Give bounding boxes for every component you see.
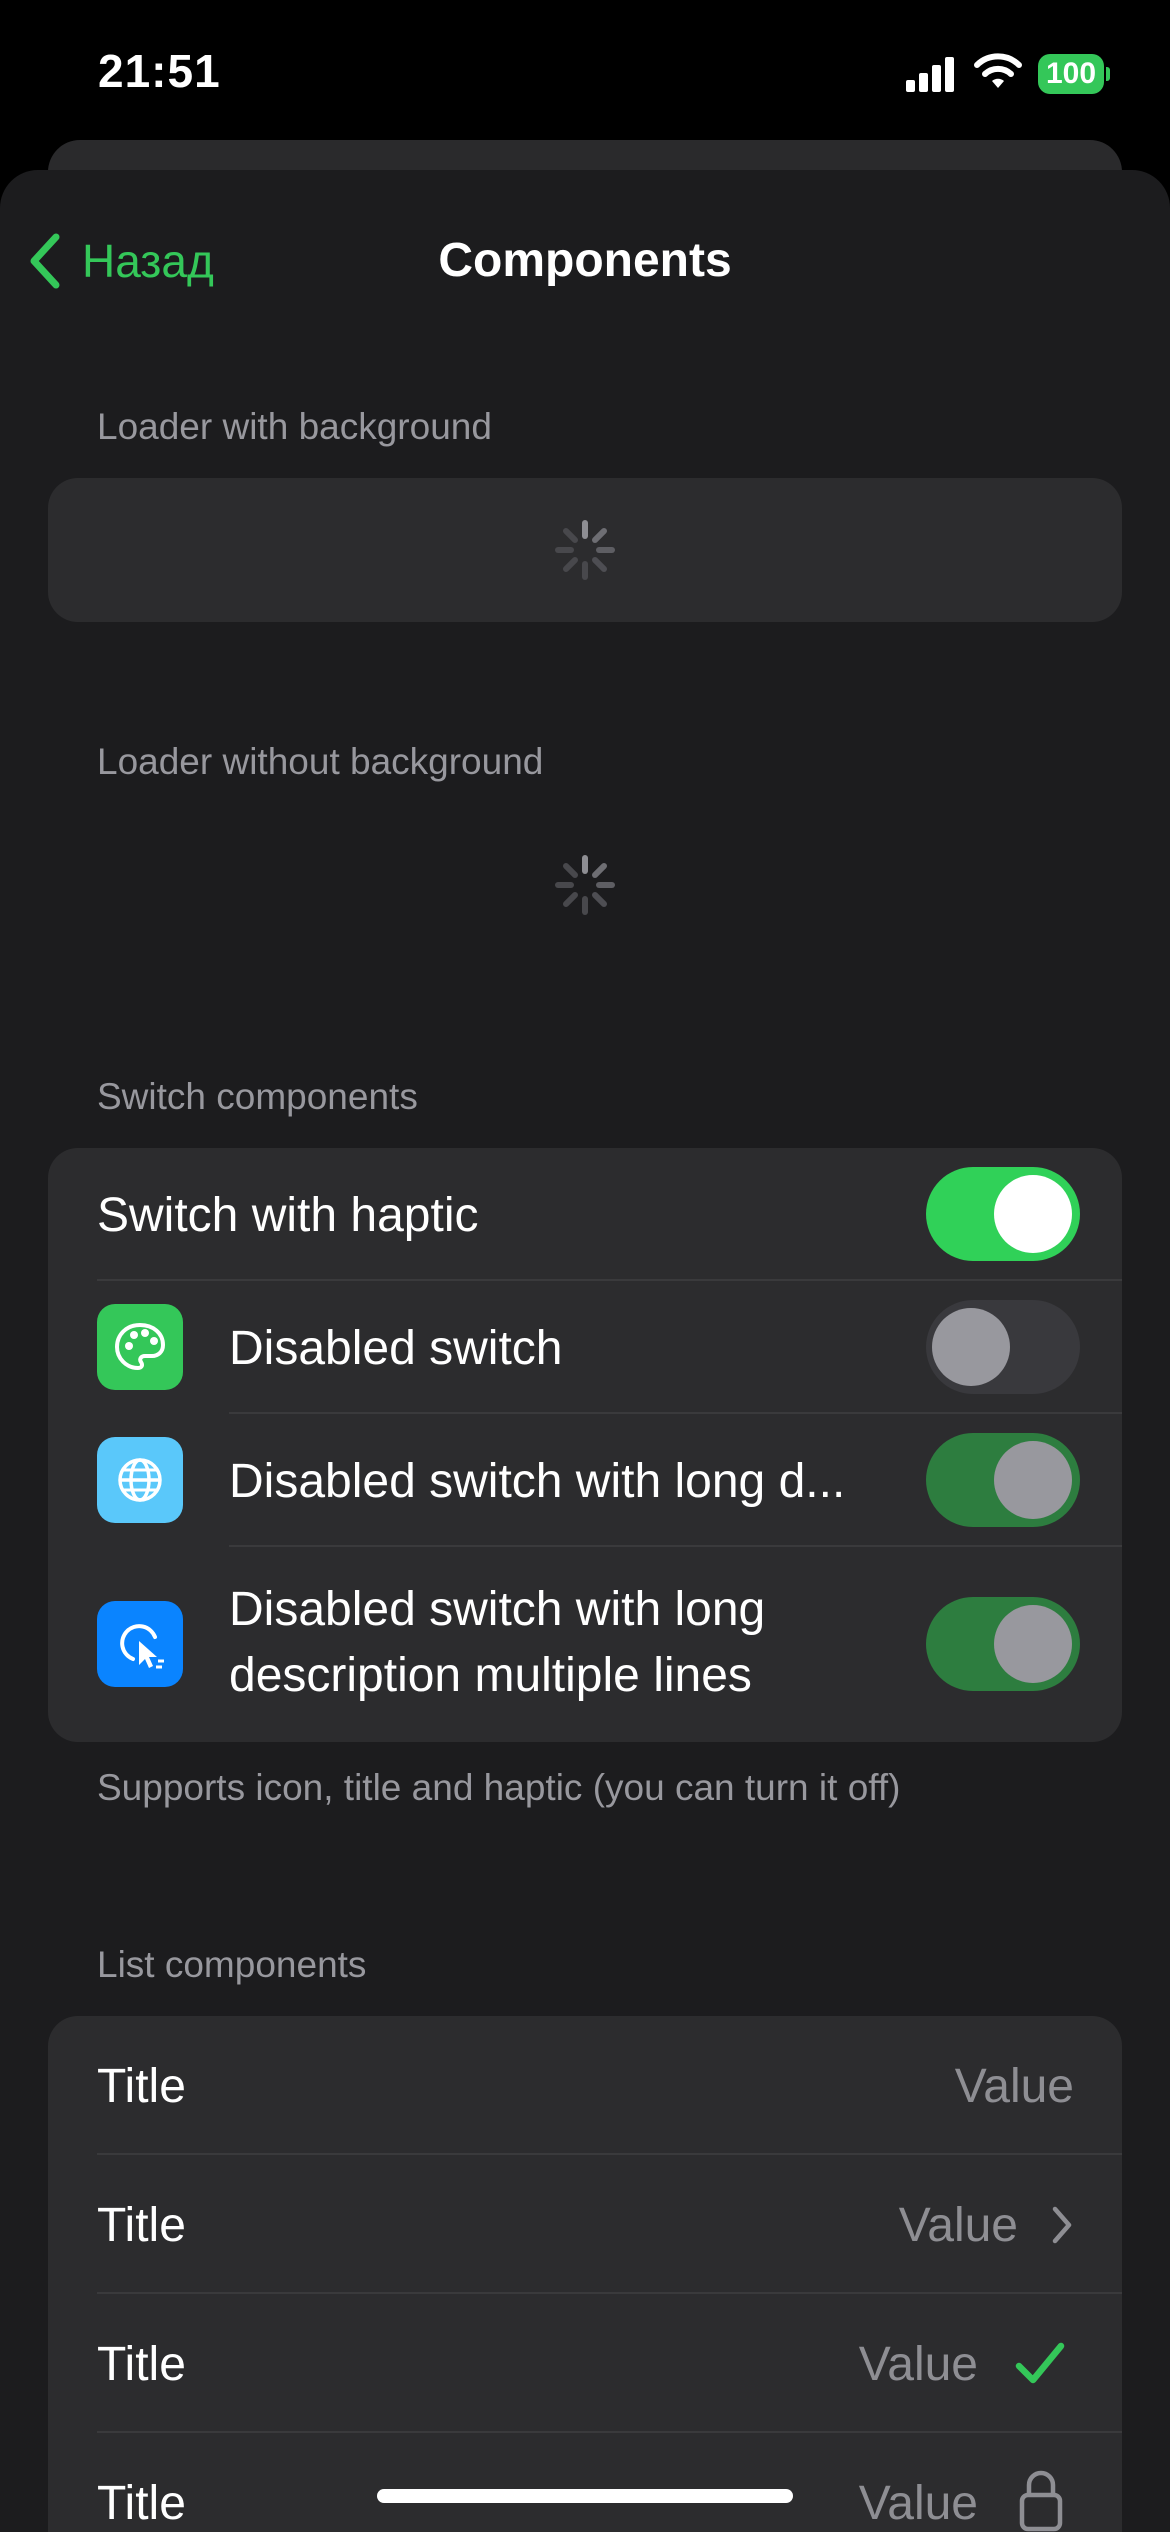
list-row-value: Value (858, 2338, 978, 2391)
list-card: Title Value Title Value Title Value Titl… (48, 2016, 1122, 2532)
loading-spinner-icon (555, 520, 615, 580)
globe-icon (97, 1437, 183, 1523)
home-indicator (377, 2489, 793, 2503)
list-row[interactable]: Title Value (48, 2294, 1122, 2432)
switch-row-long: Disabled switch with long d... (48, 1414, 1122, 1546)
battery-level: 100 (1038, 54, 1104, 94)
page-title: Components (438, 234, 732, 287)
list-row[interactable]: Title Value (48, 2016, 1122, 2154)
switch-row-multiline: Disabled switch with long description mu… (48, 1547, 1122, 1742)
cursor-click-icon (97, 1601, 183, 1687)
battery-icon: 100 (1038, 54, 1110, 94)
section-header-loader-bg: Loader with background (97, 406, 492, 447)
list-row[interactable]: Title Value (48, 2155, 1122, 2293)
status-bar: 21:51 100 (0, 0, 1170, 150)
switch-section-footer: Supports icon, title and haptic (you can… (97, 1767, 901, 1808)
switch-row-title-multiline: Disabled switch with long description mu… (229, 1577, 869, 1709)
switch-knob (994, 1175, 1072, 1253)
disabled-switch-long[interactable] (926, 1433, 1080, 1527)
switch-row-title-line1: Disabled switch with long (229, 1583, 766, 1636)
list-row[interactable]: Title Value (48, 2433, 1122, 2532)
loading-spinner-icon (555, 855, 615, 915)
list-row-value: Value (858, 2477, 978, 2530)
wifi-icon (974, 53, 1022, 88)
section-header-list: List components (97, 1944, 367, 1985)
lock-icon (1019, 2470, 1063, 2532)
loader-card (48, 478, 1122, 622)
cellular-signal-icon (906, 57, 954, 92)
switch-row-disabled: Disabled switch (48, 1281, 1122, 1413)
disabled-switch[interactable] (926, 1300, 1080, 1394)
switch-row-title: Switch with haptic (97, 1189, 479, 1242)
list-row-title: Title (97, 2199, 186, 2252)
switch-knob (994, 1605, 1072, 1683)
list-row-title: Title (97, 2338, 186, 2391)
switch-row-haptic: Switch with haptic (48, 1148, 1122, 1280)
switch-row-title: Disabled switch (229, 1322, 563, 1375)
components-sheet: Назад Components Loader with background … (0, 170, 1170, 2532)
switch-knob (994, 1441, 1072, 1519)
list-row-value: Value (954, 2060, 1074, 2113)
disabled-switch-multiline[interactable] (926, 1597, 1080, 1691)
list-row-title: Title (97, 2060, 186, 2113)
status-time: 21:51 (98, 45, 221, 97)
section-header-switches: Switch components (97, 1076, 418, 1117)
list-row-value: Value (898, 2199, 1018, 2252)
switch-row-title-line2: description multiple lines (229, 1649, 752, 1702)
haptic-switch[interactable] (926, 1167, 1080, 1261)
chevron-right-icon (1052, 2206, 1072, 2244)
check-icon (1015, 2342, 1065, 2384)
palette-icon (97, 1304, 183, 1390)
section-header-loader-no-bg: Loader without background (97, 741, 544, 782)
switch-row-title: Disabled switch with long d... (229, 1455, 846, 1508)
switch-knob (932, 1308, 1010, 1386)
list-row-title: Title (97, 2477, 186, 2530)
switch-list-card: Switch with haptic Disabled switch Disab… (48, 1148, 1122, 1742)
